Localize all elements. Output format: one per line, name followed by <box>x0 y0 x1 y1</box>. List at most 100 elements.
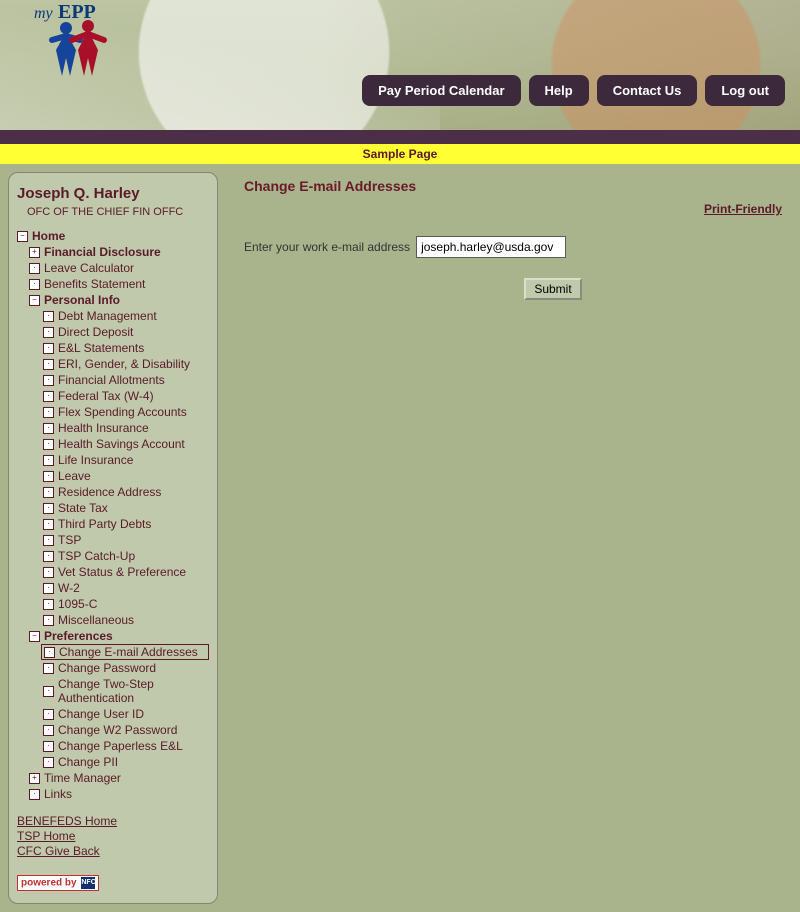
expand-icon: + <box>29 247 40 258</box>
nav-change-2fa[interactable]: ·Change Two-Step Authentication <box>15 676 211 706</box>
nav-vet-status[interactable]: ·Vet Status & Preference <box>15 564 211 580</box>
item-icon: · <box>43 439 54 450</box>
nav-leave[interactable]: ·Leave <box>15 468 211 484</box>
submit-button[interactable]: Submit <box>524 278 581 300</box>
nav-change-email[interactable]: ·Change E-mail Addresses <box>41 644 209 660</box>
item-icon: · <box>43 391 54 402</box>
divider-purple <box>0 130 800 144</box>
item-icon: · <box>43 686 54 697</box>
nav-life-insurance[interactable]: ·Life Insurance <box>15 452 211 468</box>
nav-benefits-statement[interactable]: · Benefits Statement <box>15 276 211 292</box>
item-icon: · <box>29 263 40 274</box>
header: my EPP Pay Period Calendar Help Contact … <box>0 0 800 130</box>
nav-flex-spending[interactable]: ·Flex Spending Accounts <box>15 404 211 420</box>
email-label: Enter your work e-mail address <box>244 240 410 254</box>
page-title: Change E-mail Addresses <box>244 178 782 194</box>
item-icon: · <box>43 327 54 338</box>
nav-federal-tax[interactable]: ·Federal Tax (W-4) <box>15 388 211 404</box>
nav-w2[interactable]: ·W-2 <box>15 580 211 596</box>
nav-el-statements[interactable]: ·E&L Statements <box>15 340 211 356</box>
print-friendly-link[interactable]: Print-Friendly <box>244 202 782 216</box>
main-panel: Change E-mail Addresses Print-Friendly E… <box>226 172 792 300</box>
item-icon: · <box>43 725 54 736</box>
item-icon: · <box>44 647 55 658</box>
sidebar: Joseph Q. Harley OFC OF THE CHIEF FIN OF… <box>8 172 218 904</box>
link-benefeds-home[interactable]: BENEFEDS Home <box>17 814 209 828</box>
nav-links[interactable]: ·Links <box>15 786 211 802</box>
collapse-icon: − <box>17 231 28 242</box>
nav-miscellaneous[interactable]: ·Miscellaneous <box>15 612 211 628</box>
nav-1095c[interactable]: ·1095-C <box>15 596 211 612</box>
submit-row: Submit <box>324 278 782 300</box>
item-icon: · <box>43 615 54 626</box>
nav-financial-disclosure[interactable]: + Financial Disclosure <box>15 244 211 260</box>
svg-text:EPP: EPP <box>58 1 96 23</box>
nav-tsp-catchup[interactable]: ·TSP Catch-Up <box>15 548 211 564</box>
item-icon: · <box>43 423 54 434</box>
nav-health-insurance[interactable]: ·Health Insurance <box>15 420 211 436</box>
nav-leave-calculator[interactable]: · Leave Calculator <box>15 260 211 276</box>
item-icon: · <box>43 359 54 370</box>
nav-change-password[interactable]: ·Change Password <box>15 660 211 676</box>
nav-hsa[interactable]: ·Health Savings Account <box>15 436 211 452</box>
item-icon: · <box>43 311 54 322</box>
item-icon: · <box>43 487 54 498</box>
work-email-input[interactable] <box>416 236 566 258</box>
collapse-icon: − <box>29 295 40 306</box>
item-icon: · <box>29 279 40 290</box>
item-icon: · <box>43 375 54 386</box>
item-icon: · <box>43 583 54 594</box>
nav-state-tax[interactable]: ·State Tax <box>15 500 211 516</box>
header-decor-right <box>320 0 800 130</box>
item-icon: · <box>43 551 54 562</box>
nav-direct-deposit[interactable]: ·Direct Deposit <box>15 324 211 340</box>
nav-time-manager[interactable]: +Time Manager <box>15 770 211 786</box>
nfc-icon: NFC <box>81 877 95 889</box>
item-icon: · <box>43 519 54 530</box>
item-icon: · <box>43 567 54 578</box>
nav-home[interactable]: − Home <box>15 228 211 244</box>
item-icon: · <box>43 343 54 354</box>
item-icon: · <box>43 407 54 418</box>
item-icon: · <box>43 503 54 514</box>
user-name: Joseph Q. Harley <box>17 185 209 202</box>
logout-button[interactable]: Log out <box>705 75 785 106</box>
nav-change-userid[interactable]: ·Change User ID <box>15 706 211 722</box>
powered-by-badge: powered by NFC <box>17 875 99 891</box>
item-icon: · <box>43 757 54 768</box>
svg-text:my: my <box>34 5 54 22</box>
user-org: OFC OF THE CHIEF FIN OFFC <box>27 206 209 218</box>
nav-debt-management[interactable]: ·Debt Management <box>15 308 211 324</box>
item-icon: · <box>43 709 54 720</box>
item-icon: · <box>29 789 40 800</box>
nav-preferences[interactable]: − Preferences <box>15 628 211 644</box>
item-icon: · <box>43 471 54 482</box>
nav-tsp[interactable]: ·TSP <box>15 532 211 548</box>
external-links: BENEFEDS Home TSP Home CFC Give Back <box>17 814 209 858</box>
nav-tree: − Home + Financial Disclosure · Leave Ca… <box>15 228 211 802</box>
item-icon: · <box>43 599 54 610</box>
collapse-icon: − <box>29 631 40 642</box>
nav-personal-info[interactable]: − Personal Info <box>15 292 211 308</box>
sample-page-banner: Sample Page <box>0 144 800 164</box>
item-icon: · <box>43 741 54 752</box>
help-button[interactable]: Help <box>529 75 589 106</box>
nav-residence-address[interactable]: ·Residence Address <box>15 484 211 500</box>
item-icon: · <box>43 535 54 546</box>
nav-change-paperless[interactable]: ·Change Paperless E&L <box>15 738 211 754</box>
nav-financial-allotments[interactable]: ·Financial Allotments <box>15 372 211 388</box>
nav-eri[interactable]: ·ERI, Gender, & Disability <box>15 356 211 372</box>
contact-us-button[interactable]: Contact Us <box>597 75 698 106</box>
nav-change-w2-password[interactable]: ·Change W2 Password <box>15 722 211 738</box>
expand-icon: + <box>29 773 40 784</box>
link-cfc-give-back[interactable]: CFC Give Back <box>17 844 209 858</box>
nav-change-pii[interactable]: ·Change PII <box>15 754 211 770</box>
top-nav: Pay Period Calendar Help Contact Us Log … <box>362 75 785 106</box>
nav-third-party-debts[interactable]: ·Third Party Debts <box>15 516 211 532</box>
app-logo: my EPP <box>10 0 130 80</box>
item-icon: · <box>43 663 54 674</box>
email-form-row: Enter your work e-mail address <box>244 236 782 258</box>
link-tsp-home[interactable]: TSP Home <box>17 829 209 843</box>
pay-period-calendar-button[interactable]: Pay Period Calendar <box>362 75 520 106</box>
content-area: Joseph Q. Harley OFC OF THE CHIEF FIN OF… <box>0 164 800 912</box>
